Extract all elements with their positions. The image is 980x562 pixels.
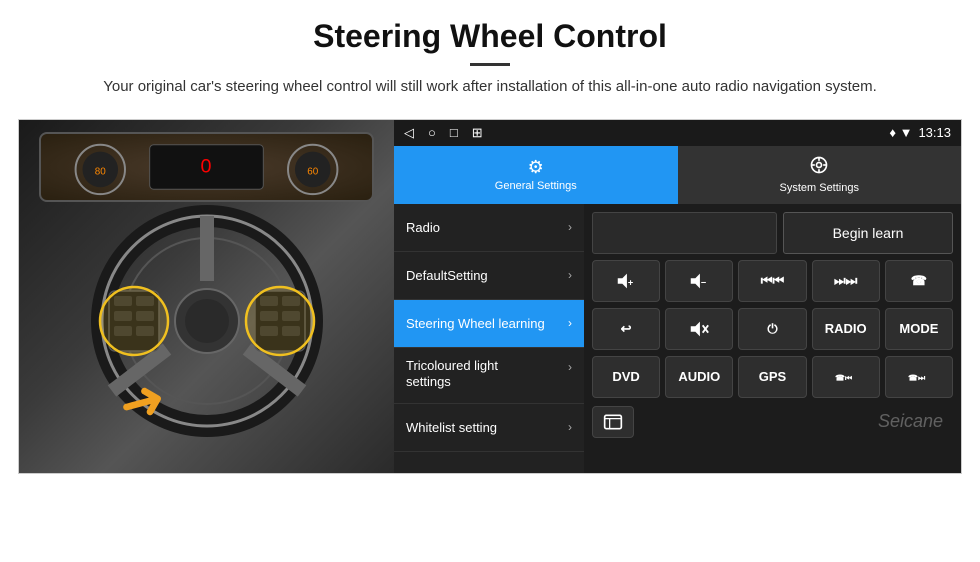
title-divider [470,63,510,66]
control-buttons-row2: ↩ ⏻ RADIO MODE [592,308,953,350]
hang-up-button[interactable]: ↩ [592,308,660,350]
status-indicators: ♦ ▼ 13:13 [889,125,951,140]
tab-system-label: System Settings [780,182,859,194]
tab-general-settings[interactable]: ⚙ General Settings [394,146,678,204]
menu-whitelist-label: Whitelist setting [406,420,497,435]
svg-text:☎⏮: ☎⏮ [835,373,852,382]
back-icon[interactable]: ◁ [404,125,414,141]
next-track-button[interactable]: ⏭⏭ [812,260,880,302]
gps-button[interactable]: GPS [738,356,806,398]
right-panel: Begin learn + − [584,204,961,473]
home-icon[interactable]: ○ [428,125,436,141]
chevron-icon-tricoloured: › [568,360,572,374]
tab-bar: ⚙ General Settings System Settings [394,146,961,204]
gauge-area: 80 60 0 [39,132,374,202]
menu-item-radio[interactable]: Radio › [394,204,584,252]
audio-button[interactable]: AUDIO [665,356,733,398]
volume-down-button[interactable]: − [665,260,733,302]
nav-icons: ◁ ○ □ ⊞ [404,125,483,141]
phone-button[interactable]: ☎ [885,260,953,302]
page-title: Steering Wheel Control [60,18,920,55]
begin-learn-row: Begin learn [592,212,953,254]
svg-text:80: 80 [95,166,106,177]
prev-track-button[interactable]: ⏮⏮ [738,260,806,302]
extra-button[interactable] [592,406,634,438]
android-ui: ◁ ○ □ ⊞ ♦ ▼ 13:13 ⚙ General Settings [394,120,961,473]
location-icon: ♦ ▼ [889,125,912,140]
control-buttons-row1: + − ⏮⏮ ⏭⏭ ☎ [592,260,953,302]
chevron-icon-radio: › [568,220,572,234]
menu-item-steering-wheel[interactable]: Steering Wheel learning › [394,300,584,348]
system-settings-icon [809,155,829,180]
menu-item-tricoloured[interactable]: Tricoloured lightsettings › [394,348,584,404]
car-photo: 80 60 0 [19,120,394,473]
svg-text:−: − [701,277,706,287]
screenshot-icon[interactable]: ⊞ [472,125,483,141]
menu-default-label: DefaultSetting [406,268,488,283]
svg-text:+: + [628,277,633,287]
menu-steering-label: Steering Wheel learning [406,316,545,331]
svg-text:0: 0 [201,155,212,177]
chevron-icon-default: › [568,268,572,282]
svg-text:☎⏭: ☎⏭ [908,373,926,382]
svg-text:60: 60 [307,166,318,177]
general-settings-icon: ⚙ [528,157,544,178]
status-bar: ◁ ○ □ ⊞ ♦ ▼ 13:13 [394,120,961,146]
menu-tricoloured-label: Tricoloured lightsettings [406,358,498,392]
mode-button[interactable]: MODE [885,308,953,350]
recent-icon[interactable]: □ [450,125,458,141]
content-area: Radio › DefaultSetting › Steering Wheel … [394,204,961,473]
menu-radio-label: Radio [406,220,440,235]
menu-item-whitelist[interactable]: Whitelist setting › [394,404,584,452]
menu-list: Radio › DefaultSetting › Steering Wheel … [394,204,584,473]
mute-button[interactable] [665,308,733,350]
tab-system-settings[interactable]: System Settings [678,146,962,204]
main-content: 80 60 0 [18,119,962,474]
steering-bg: 80 60 0 [19,120,394,473]
page-header: Steering Wheel Control Your original car… [0,0,980,109]
chevron-icon-whitelist: › [568,420,572,434]
watermark: Seicane [639,411,953,432]
volume-up-button[interactable]: + [592,260,660,302]
phone-prev-button[interactable]: ☎⏮ [812,356,880,398]
learn-input[interactable] [592,212,777,254]
time-display: 13:13 [918,125,951,140]
menu-item-default-setting[interactable]: DefaultSetting › [394,252,584,300]
radio-button[interactable]: RADIO [812,308,880,350]
dvd-button[interactable]: DVD [592,356,660,398]
steering-wheel [49,200,364,443]
bottom-row: Seicane [592,404,953,440]
begin-learn-button[interactable]: Begin learn [783,212,953,254]
control-buttons-row3: DVD AUDIO GPS ☎⏮ ☎⏭ [592,356,953,398]
chevron-icon-steering: › [568,316,572,330]
power-button[interactable]: ⏻ [738,308,806,350]
header-description: Your original car's steering wheel contr… [60,76,920,99]
tab-general-label: General Settings [495,180,577,192]
phone-next-button[interactable]: ☎⏭ [885,356,953,398]
